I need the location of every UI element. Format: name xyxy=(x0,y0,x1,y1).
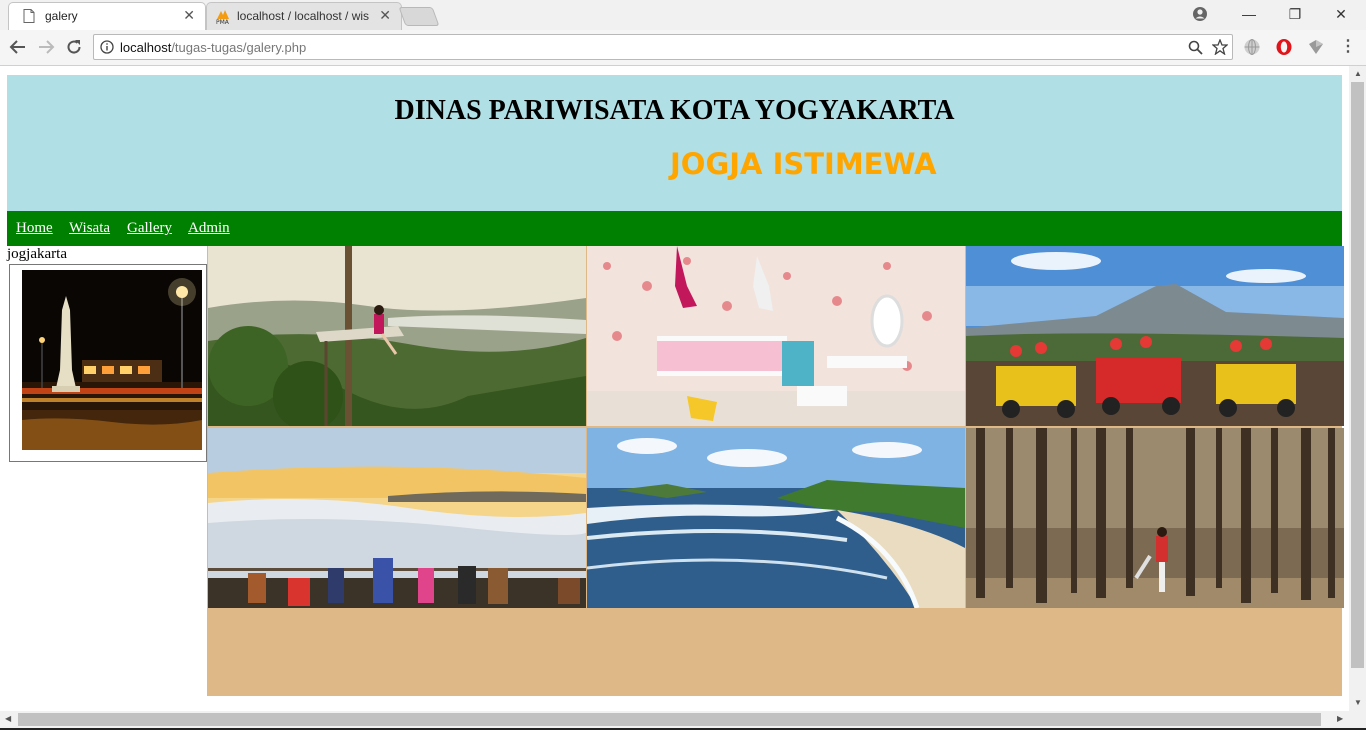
horizontal-scrollbar[interactable]: ◀ ▶ xyxy=(0,711,1366,728)
tab-close-icon[interactable]: ✕ xyxy=(379,7,391,24)
url-path: /tugas-tugas/galery.php xyxy=(171,40,307,55)
scroll-down-arrow-icon[interactable]: ▼ xyxy=(1354,698,1362,707)
address-bar[interactable]: localhost/tugas-tugas/galery.php xyxy=(93,34,1233,60)
page-icon xyxy=(23,9,35,23)
gallery-grid xyxy=(207,246,1344,696)
gallery-image-upside-down-house[interactable] xyxy=(587,246,965,426)
sidebar-frame xyxy=(9,264,207,462)
profile-icon[interactable] xyxy=(1192,6,1208,22)
horizontal-scroll-thumb[interactable] xyxy=(18,713,1321,726)
opera-icon[interactable] xyxy=(1275,38,1293,56)
scroll-left-arrow-icon[interactable]: ◀ xyxy=(5,714,11,723)
reload-icon[interactable] xyxy=(64,38,84,58)
phpmyadmin-icon: PMA xyxy=(216,10,230,24)
nav-gallery[interactable]: Gallery xyxy=(127,220,172,237)
back-arrow-icon[interactable] xyxy=(8,38,28,58)
nav-wisata[interactable]: Wisata xyxy=(69,220,110,237)
page-viewport: DINAS PARIWISATA KOTA YOGYAKARTA JOGJA I… xyxy=(0,66,1349,711)
nav-admin[interactable]: Admin xyxy=(188,220,230,237)
url-host: localhost xyxy=(120,40,172,55)
globe-extension-icon[interactable] xyxy=(1243,38,1261,56)
site-header: DINAS PARIWISATA KOTA YOGYAKARTA JOGJA I… xyxy=(7,75,1342,211)
browser-toolbar: localhost/tugas-tugas/galery.php ⋮ xyxy=(0,30,1366,66)
vertical-scroll-thumb[interactable] xyxy=(1351,82,1364,668)
vertical-scrollbar[interactable]: ▲ ▼ xyxy=(1349,66,1366,711)
tab-galery[interactable]: galery ✕ xyxy=(8,2,206,30)
new-tab-button[interactable] xyxy=(398,7,440,26)
minimize-button[interactable]: — xyxy=(1226,0,1272,30)
sidebar-label: jogjakarta xyxy=(7,246,67,262)
site-subtitle: JOGJA ISTIMEWA xyxy=(670,147,937,181)
restore-button[interactable]: ❐ xyxy=(1272,0,1318,30)
gallery-image-treehouse[interactable] xyxy=(208,246,586,426)
svg-text:PMA: PMA xyxy=(216,19,230,24)
gallery-image-merapi-jeep[interactable] xyxy=(966,246,1344,426)
tab-title: galery xyxy=(45,9,78,23)
tab-phpmyadmin[interactable]: PMA localhost / localhost / wis ✕ xyxy=(206,2,402,30)
gallery-image-beach[interactable] xyxy=(587,428,965,608)
forward-arrow-icon[interactable] xyxy=(36,38,56,58)
url-text: localhost/tugas-tugas/galery.php xyxy=(120,40,306,55)
tab-strip: galery ✕ PMA localhost / localhost / wis… xyxy=(0,0,1366,30)
nav-home[interactable]: Home xyxy=(16,220,53,237)
tugu-jogja-night-image xyxy=(22,270,202,450)
tab-close-icon[interactable]: ✕ xyxy=(183,7,195,24)
menu-icon[interactable]: ⋮ xyxy=(1338,38,1358,58)
gallery-image-sunrise-clouds[interactable] xyxy=(208,428,586,608)
shield-extension-icon[interactable] xyxy=(1307,38,1325,56)
nav-bar: Home Wisata Gallery Admin xyxy=(7,211,1342,246)
zoom-icon[interactable] xyxy=(1188,40,1203,55)
scroll-up-arrow-icon[interactable]: ▲ xyxy=(1354,69,1362,78)
site-title: DINAS PARIWISATA KOTA YOGYAKARTA xyxy=(394,95,955,126)
tab-title: localhost / localhost / wis xyxy=(237,9,370,23)
scroll-right-arrow-icon[interactable]: ▶ xyxy=(1337,714,1343,723)
gallery-image-pine-forest[interactable] xyxy=(966,428,1344,608)
info-icon[interactable] xyxy=(100,40,114,54)
window-close-button[interactable]: ✕ xyxy=(1318,0,1364,30)
bookmark-star-icon[interactable] xyxy=(1212,39,1228,55)
